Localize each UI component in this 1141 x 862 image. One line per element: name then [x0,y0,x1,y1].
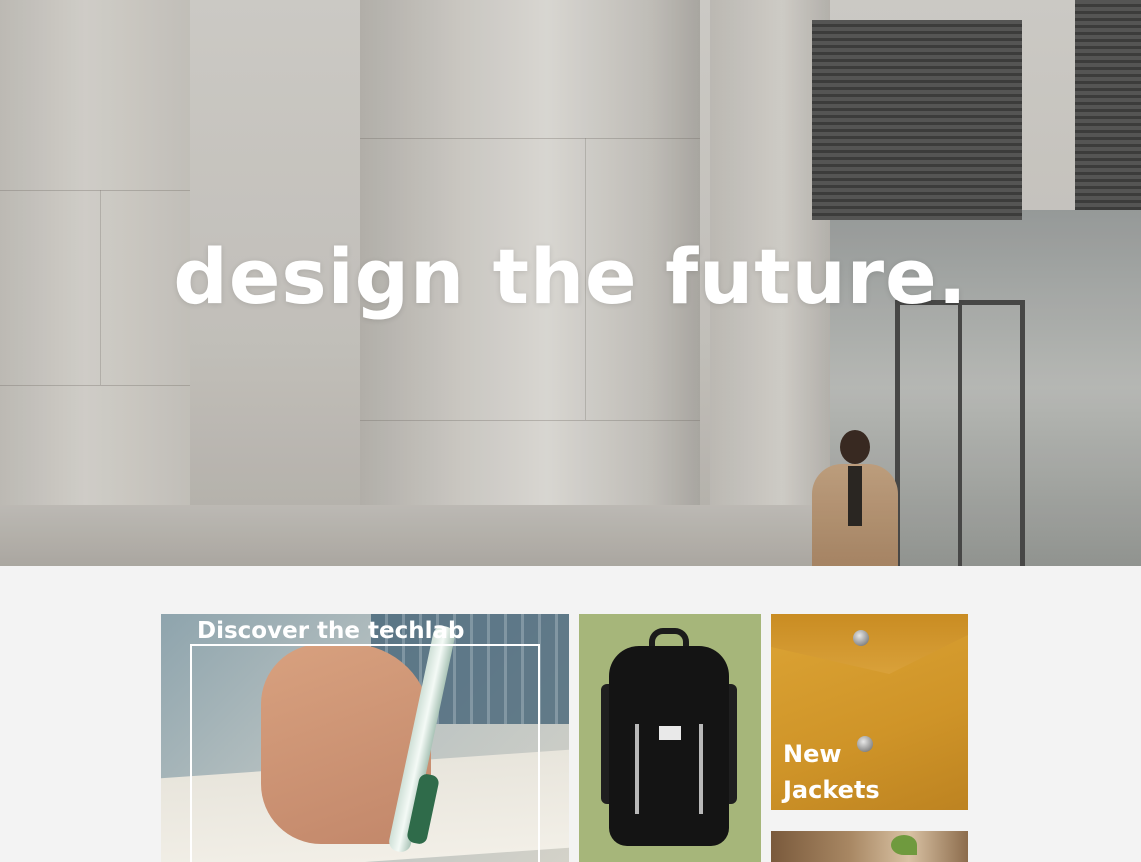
jacket-button [853,630,869,646]
jacket-collar [771,614,968,674]
backpack-image [609,646,729,846]
jackets-title-line2: Jackets [783,776,880,804]
hero-banner: design the future. [0,0,1141,566]
jackets-title-line1: New [783,740,842,768]
techlab-card[interactable]: Discover the techlab [161,614,569,862]
hero-title: design the future. [173,232,968,321]
garden-card[interactable] [771,831,968,862]
techlab-title: Discover the techlab [197,618,465,644]
jackets-title: New Jackets [783,736,903,808]
backpack-card[interactable] [579,614,761,862]
plant-image [891,835,917,855]
techlab-frame [190,644,540,862]
backpack-logo [659,726,681,740]
jackets-card[interactable]: New Jackets [771,614,968,810]
